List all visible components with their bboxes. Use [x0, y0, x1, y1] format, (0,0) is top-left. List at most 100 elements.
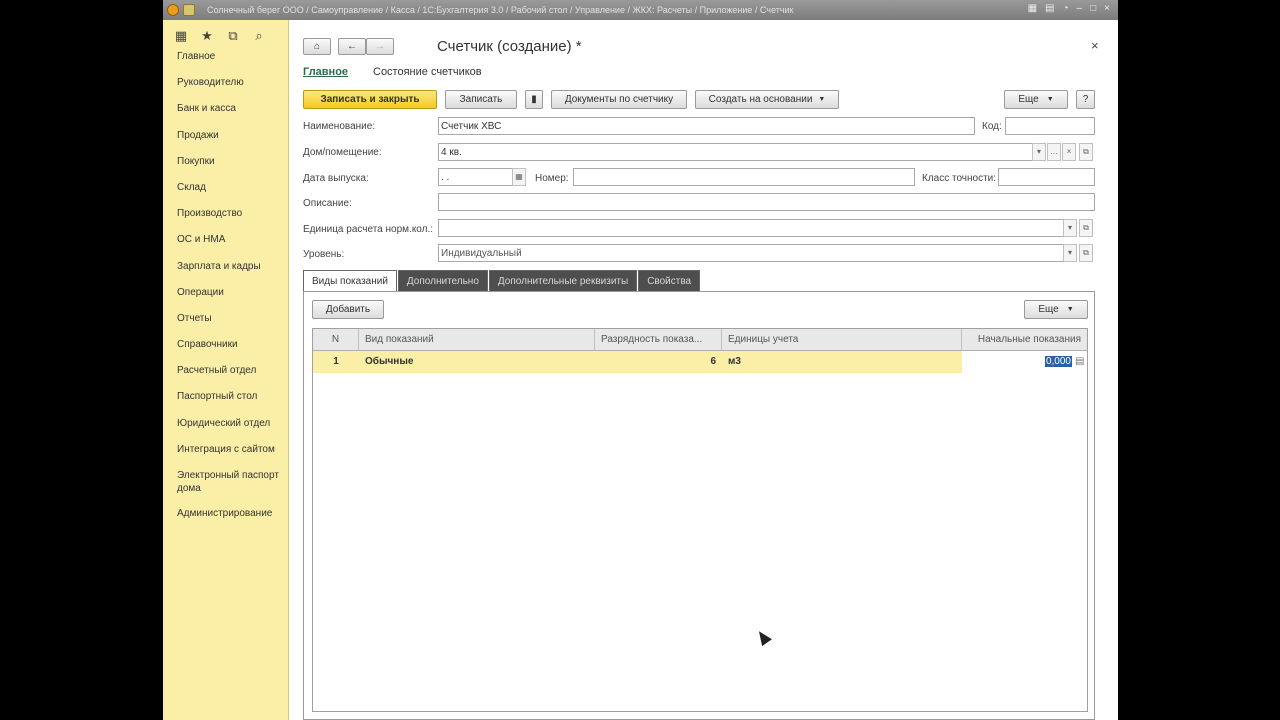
table-more-label: Еще: [1038, 304, 1059, 315]
level-dropdown-button[interactable]: ▾: [1063, 244, 1077, 262]
cell-initial-editor[interactable]: 0,000: [962, 351, 1074, 373]
cell-digits[interactable]: 6: [595, 351, 722, 373]
sidebar-item-assets[interactable]: ОС и НМА: [177, 233, 288, 259]
column-header-reading-type[interactable]: Вид показаний: [359, 329, 595, 350]
tab-link-main[interactable]: Главное: [303, 66, 348, 78]
house-field[interactable]: 4 кв.: [438, 143, 1033, 161]
arrow-right-icon: →: [375, 41, 385, 52]
tab-properties[interactable]: Свойства: [638, 270, 701, 292]
accuracy-class-field[interactable]: [998, 168, 1095, 186]
maximize-icon[interactable]: □: [1090, 3, 1096, 14]
level-field[interactable]: Индивидуальный: [438, 244, 1064, 262]
form-close-button[interactable]: ×: [1091, 38, 1099, 53]
column-header-unit[interactable]: Единицы учета: [722, 329, 962, 350]
tab-additional[interactable]: Дополнительно: [397, 270, 488, 292]
tab-reading-types[interactable]: Виды показаний: [303, 270, 397, 292]
search-icon[interactable]: ⌕: [251, 28, 267, 44]
cell-reading-type[interactable]: Обычные: [359, 351, 595, 373]
release-date-field[interactable]: . .: [438, 168, 513, 186]
house-dropdown-button[interactable]: ▾: [1032, 143, 1046, 161]
chevron-down-icon: ▾: [1067, 248, 1072, 257]
app-window: Солнечный берег ООО / Самоуправление / К…: [163, 0, 1118, 720]
name-label: Наименование:: [303, 121, 376, 132]
back-button[interactable]: ←: [338, 38, 366, 55]
norm-unit-label: Единица расчета норм.кол.:: [303, 224, 434, 235]
sidebar-item-operations[interactable]: Операции: [177, 286, 288, 312]
table-more-button[interactable]: Еще ▼: [1024, 300, 1088, 319]
app-secondary-icon: [183, 4, 195, 16]
house-clear-button[interactable]: ×: [1062, 143, 1076, 161]
create-based-on-button[interactable]: Создать на основании ▼: [695, 90, 839, 109]
calculator-icon[interactable]: ▤: [1074, 351, 1087, 373]
window-close-icon[interactable]: ×: [1104, 3, 1110, 14]
chevron-down-icon: ▾: [1036, 147, 1041, 156]
save-button[interactable]: Записать: [445, 90, 517, 109]
house-select-button[interactable]: …: [1047, 143, 1061, 161]
table-row[interactable]: 1 Обычные 6 м3 0,000 ▤: [313, 351, 1087, 373]
description-field[interactable]: [438, 193, 1095, 211]
sidebar-item-admin[interactable]: Администрирование: [177, 507, 288, 533]
tab-additional-attributes[interactable]: Дополнительные реквизиты: [488, 270, 638, 292]
release-date-label: Дата выпуска:: [303, 173, 369, 184]
house-open-button[interactable]: ⧉: [1079, 143, 1093, 161]
name-field[interactable]: Счетчик ХВС: [438, 117, 975, 135]
chevron-down-icon: ▼: [1066, 306, 1074, 313]
grid-icon[interactable]: ▦: [173, 28, 189, 44]
forward-button[interactable]: →: [366, 38, 394, 55]
app-logo-icon: [167, 4, 179, 16]
meter-form: ⌂ ← → Счетчик (создание) * × Главное Сос…: [303, 20, 1113, 720]
sidebar-item-bank[interactable]: Банк и касса: [177, 102, 288, 128]
sidebar-item-production[interactable]: Производство: [177, 207, 288, 233]
history-icon[interactable]: ⧉: [225, 28, 241, 44]
sidebar-item-billing[interactable]: Расчетный отдел: [177, 364, 288, 390]
level-open-button[interactable]: ⧉: [1079, 244, 1093, 262]
add-row-button[interactable]: Добавить: [312, 300, 384, 319]
print-button[interactable]: ▮: [525, 90, 543, 109]
chevron-down-icon: ▾: [1067, 223, 1072, 232]
documents-by-meter-button[interactable]: Документы по счетчику: [551, 90, 687, 109]
cell-unit[interactable]: м3: [722, 351, 962, 373]
more-button[interactable]: Еще ▼: [1004, 90, 1068, 109]
help-button[interactable]: ?: [1076, 90, 1095, 109]
titlebar-tool-icon[interactable]: ▤: [1045, 3, 1054, 14]
number-field[interactable]: [573, 168, 915, 186]
norm-unit-open-button[interactable]: ⧉: [1079, 219, 1093, 237]
table-header: N Вид показаний Разрядность показа... Ед…: [313, 329, 1087, 351]
home-button[interactable]: ⌂: [303, 38, 331, 55]
titlebar-tool-icon[interactable]: ◔: [1063, 3, 1069, 14]
sidebar-item-reports[interactable]: Отчеты: [177, 312, 288, 338]
sidebar-item-purchases[interactable]: Покупки: [177, 155, 288, 181]
sidebar-item-catalogs[interactable]: Справочники: [177, 338, 288, 364]
norm-unit-field[interactable]: [438, 219, 1064, 237]
form-tabs: Виды показаний Дополнительно Дополнитель…: [303, 270, 701, 292]
description-label: Описание:: [303, 198, 352, 209]
arrow-left-icon: ←: [347, 41, 357, 52]
sidebar-item-warehouse[interactable]: Склад: [177, 181, 288, 207]
sidebar-item-house-passport[interactable]: Электронный паспорт дома: [177, 469, 288, 507]
star-icon[interactable]: ★: [199, 28, 215, 44]
calendar-button[interactable]: ▦: [512, 168, 526, 186]
save-and-close-button[interactable]: Записать и закрыть: [303, 90, 437, 109]
window-title: Солнечный берег ООО / Самоуправление / К…: [207, 5, 794, 15]
window-titlebar: Солнечный берег ООО / Самоуправление / К…: [163, 0, 1118, 20]
sections-sidebar: ▦ ★ ⧉ ⌕ Главное Руководителю Банк и касс…: [163, 20, 289, 720]
sidebar-item-passport-office[interactable]: Паспортный стол: [177, 390, 288, 416]
norm-unit-dropdown-button[interactable]: ▾: [1063, 219, 1077, 237]
sidebar-item-sales[interactable]: Продажи: [177, 129, 288, 155]
titlebar-tool-icon[interactable]: ▦: [1028, 3, 1037, 14]
tab-link-meter-state[interactable]: Состояние счетчиков: [373, 66, 482, 78]
sidebar-item-site-integration[interactable]: Интеграция с сайтом: [177, 443, 288, 469]
clear-icon: ×: [1066, 147, 1072, 156]
sidebar-item-manager[interactable]: Руководителю: [177, 76, 288, 102]
sidebar-item-salary[interactable]: Зарплата и кадры: [177, 260, 288, 286]
column-header-initial[interactable]: Начальные показания: [962, 329, 1087, 350]
form-title: Счетчик (создание) *: [437, 38, 582, 55]
document-icon: ▮: [531, 94, 537, 105]
code-field[interactable]: [1005, 117, 1095, 135]
sidebar-item-main[interactable]: Главное: [177, 50, 288, 76]
initial-value-input[interactable]: 0,000: [1044, 356, 1072, 367]
minimize-icon[interactable]: –: [1077, 3, 1083, 14]
column-header-n[interactable]: N: [313, 329, 359, 350]
column-header-digits[interactable]: Разрядность показа...: [595, 329, 722, 350]
sidebar-item-legal[interactable]: Юридический отдел: [177, 417, 288, 443]
